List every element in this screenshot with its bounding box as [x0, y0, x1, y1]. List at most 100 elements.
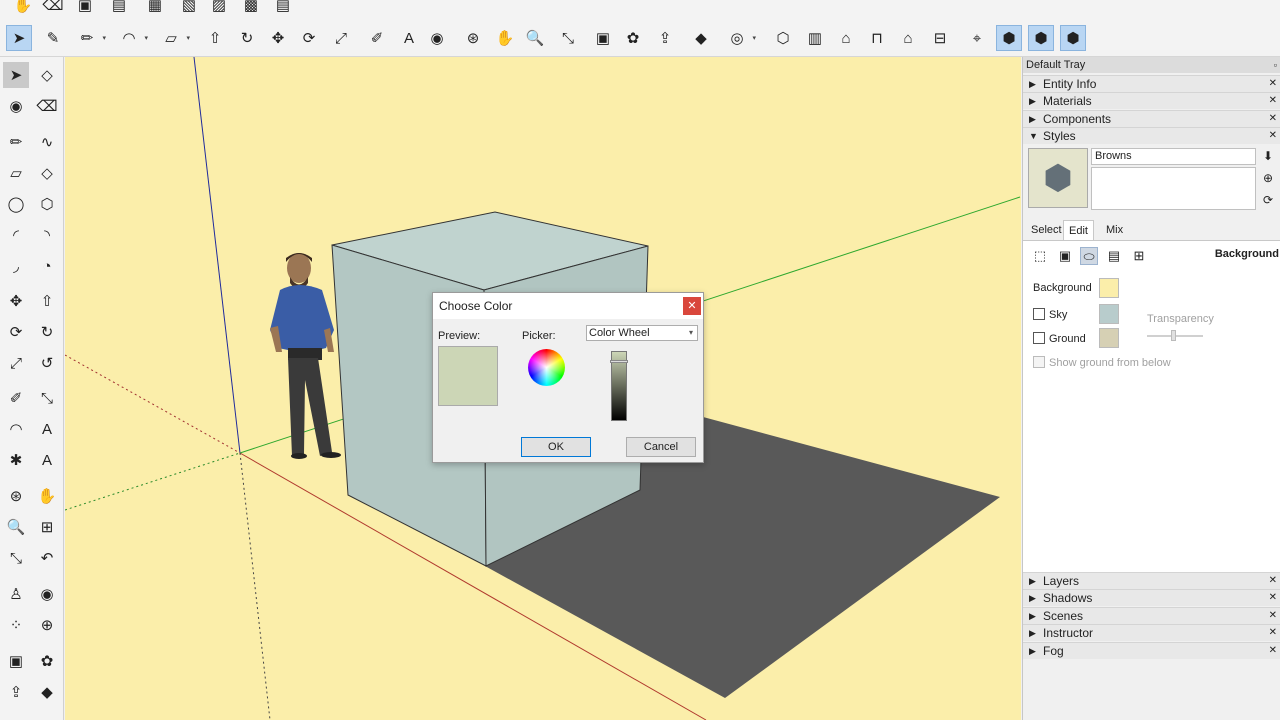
rotated-rectangle-icon[interactable]: ◇: [34, 160, 60, 186]
eraser-icon[interactable]: ⌫: [40, 0, 66, 18]
brightness-slider-knob[interactable]: [610, 360, 628, 363]
top-view-icon[interactable]: ▥: [802, 25, 828, 51]
close-icon[interactable]: ✕: [1269, 111, 1277, 127]
arc-icon[interactable]: ◠ ▾: [116, 25, 148, 51]
warehouse-icon[interactable]: ▣: [3, 648, 29, 674]
close-icon[interactable]: ✕: [1269, 590, 1277, 606]
style-name-field[interactable]: Browns: [1091, 148, 1256, 165]
ruby-icon[interactable]: ◆: [34, 679, 60, 705]
dialog-title-bar[interactable]: Choose Color ✕: [433, 293, 703, 319]
ground-color-swatch[interactable]: [1099, 328, 1119, 348]
left-view-icon[interactable]: ⊟: [927, 25, 953, 51]
picker-select[interactable]: Color Wheel ▾: [586, 325, 698, 341]
pan-icon[interactable]: ✋: [492, 25, 518, 51]
create-style-icon[interactable]: ⊕: [1263, 171, 1273, 185]
panel-fog[interactable]: ▶ Fog ✕: [1023, 642, 1280, 659]
hand-icon[interactable]: ✋: [10, 0, 36, 18]
tape-measure-icon[interactable]: ✐: [364, 25, 390, 51]
panel-instructor[interactable]: ▶ Instructor ✕: [1023, 624, 1280, 641]
walk-icon[interactable]: ⁘: [3, 612, 29, 638]
face-settings-icon[interactable]: ▣: [1056, 247, 1074, 265]
scale-icon[interactable]: ⤢: [3, 350, 29, 376]
close-icon[interactable]: ✕: [1269, 643, 1277, 659]
pan-icon[interactable]: ✋: [34, 483, 60, 509]
zoom-icon[interactable]: 🔍: [522, 25, 548, 51]
panel-layers[interactable]: ▶ Layers ✕: [1023, 572, 1280, 589]
extension-icon[interactable]: ✿: [34, 648, 60, 674]
save-style-icon[interactable]: ⬇: [1263, 149, 1273, 163]
close-icon[interactable]: ✕: [1269, 128, 1277, 144]
xray-style-icon[interactable]: ⬢: [996, 25, 1022, 51]
eraser-icon[interactable]: ✎: [40, 25, 66, 51]
close-icon[interactable]: ✕: [1269, 608, 1277, 624]
tab-select[interactable]: Select: [1026, 220, 1067, 240]
zoom-extents-icon[interactable]: ⤡: [555, 25, 581, 51]
modeling-settings-icon[interactable]: ⊞: [1130, 247, 1148, 265]
line-icon[interactable]: ✏: [3, 129, 29, 155]
axes-icon[interactable]: ✱: [3, 447, 29, 473]
view2-icon[interactable]: ▨: [206, 0, 232, 18]
sky-color-swatch[interactable]: [1099, 304, 1119, 324]
previous-view-icon[interactable]: ↶: [34, 545, 60, 571]
right-view-icon[interactable]: ⊓: [864, 25, 890, 51]
text-tool-icon[interactable]: A: [396, 25, 422, 51]
follow-me-icon[interactable]: ↻: [234, 25, 260, 51]
panel-shadows[interactable]: ▶ Shadows ✕: [1023, 589, 1280, 606]
panel-materials[interactable]: ▶ Materials ✕: [1023, 92, 1280, 109]
rotate-icon[interactable]: ⟳: [3, 319, 29, 345]
share-icon[interactable]: ⇪: [3, 679, 29, 705]
move-icon[interactable]: ✥: [265, 25, 291, 51]
textured-style-icon[interactable]: ⬢: [1060, 25, 1086, 51]
close-icon[interactable]: ✕: [1269, 625, 1277, 641]
pencil-icon[interactable]: ✏ ▾: [74, 25, 106, 51]
paint-bucket-icon[interactable]: ◉: [424, 25, 450, 51]
move-icon[interactable]: ✥: [3, 288, 29, 314]
iso-view-icon[interactable]: ⬡: [770, 25, 796, 51]
transparency-slider[interactable]: [1147, 330, 1203, 341]
pin-icon[interactable]: ▫: [1274, 57, 1277, 73]
extension-icon[interactable]: ✿: [620, 25, 646, 51]
ruby-icon[interactable]: ◆: [688, 25, 714, 51]
sky-checkbox[interactable]: [1033, 308, 1045, 320]
update-style-icon[interactable]: ⟳: [1263, 193, 1273, 207]
rotate-icon[interactable]: ⟳: [296, 25, 322, 51]
back-view-icon[interactable]: ⌂: [895, 25, 921, 51]
warehouse-icon[interactable]: ▣: [590, 25, 616, 51]
rectangle-icon[interactable]: ▱: [3, 160, 29, 186]
orbit-icon[interactable]: ⊛: [460, 25, 486, 51]
cancel-button[interactable]: Cancel: [626, 437, 696, 457]
close-icon[interactable]: ✕: [1269, 573, 1277, 589]
zoom-extents-icon[interactable]: ⤡: [3, 545, 29, 571]
select-arrow-icon[interactable]: ➤: [3, 62, 29, 88]
box-icon[interactable]: ▦: [142, 0, 168, 18]
eraser-icon[interactable]: ⌫: [34, 93, 60, 119]
color-wheel[interactable]: [528, 349, 565, 386]
front-view-icon[interactable]: ⌂: [833, 25, 859, 51]
view3-icon[interactable]: ▩: [238, 0, 264, 18]
position-camera-icon[interactable]: ♙: [3, 581, 29, 607]
make-component-icon[interactable]: ◇: [34, 62, 60, 88]
brightness-slider[interactable]: [610, 351, 628, 421]
push-pull-icon[interactable]: ⇧: [34, 288, 60, 314]
two-point-arc-icon[interactable]: ◝: [34, 222, 60, 248]
panel-scenes[interactable]: ▶ Scenes ✕: [1023, 607, 1280, 624]
zoom-icon[interactable]: 🔍: [3, 514, 29, 540]
zoom-window-icon[interactable]: ⊞: [34, 514, 60, 540]
section-plane-icon[interactable]: ⊕: [34, 612, 60, 638]
circle-icon[interactable]: ◯: [3, 191, 29, 217]
polygon-icon[interactable]: ⬡: [34, 191, 60, 217]
arc-icon[interactable]: ◜: [3, 222, 29, 248]
pie-icon[interactable]: ◔: [34, 253, 60, 279]
close-icon[interactable]: ✕: [1269, 93, 1277, 109]
close-icon[interactable]: ✕: [683, 297, 701, 315]
ok-button[interactable]: OK: [521, 437, 591, 457]
panel-components[interactable]: ▶ Components ✕: [1023, 110, 1280, 127]
text-tool-icon[interactable]: A: [34, 416, 60, 442]
look-around-icon[interactable]: ◉: [34, 581, 60, 607]
paint-bucket-icon[interactable]: ◉: [3, 93, 29, 119]
close-icon[interactable]: ✕: [1269, 76, 1277, 92]
component-icon[interactable]: ▤: [106, 0, 132, 18]
account-icon[interactable]: ◎ ▾: [724, 25, 756, 51]
edge-settings-icon[interactable]: ⬚: [1031, 247, 1049, 265]
share-icon[interactable]: ⇪: [652, 25, 678, 51]
